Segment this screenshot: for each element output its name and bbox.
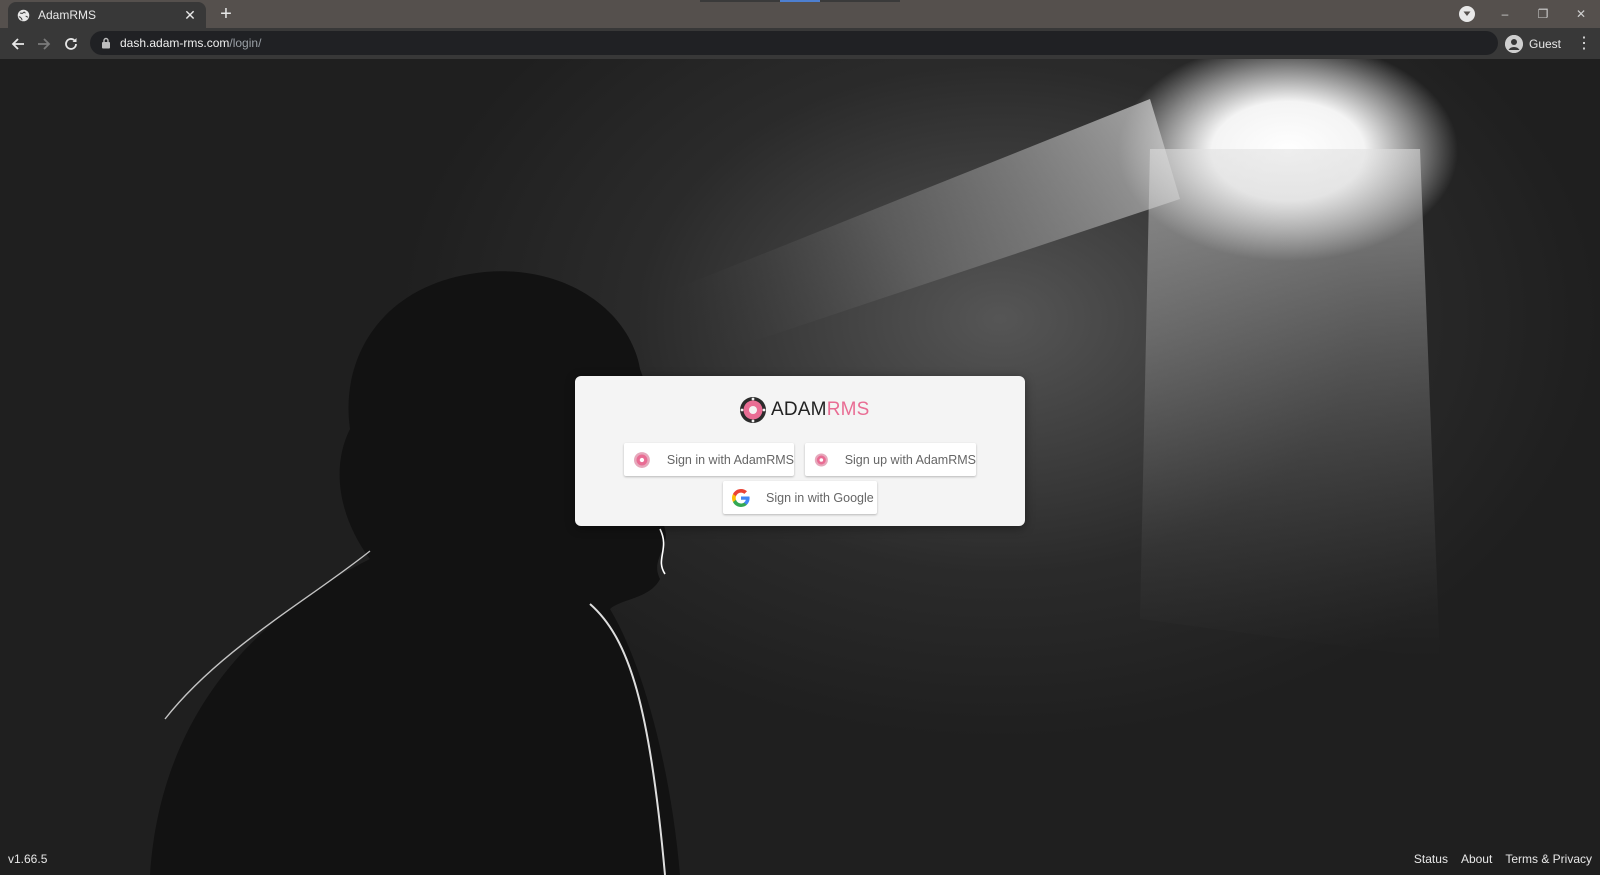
- browser-tab-active[interactable]: AdamRMS ✕: [8, 2, 206, 28]
- globe-icon: [16, 8, 30, 22]
- reload-icon: [65, 38, 77, 50]
- footer-link-status[interactable]: Status: [1414, 852, 1448, 866]
- new-tab-button[interactable]: +: [215, 4, 237, 26]
- profile-button[interactable]: Guest: [1505, 32, 1561, 56]
- url-text: dash.adam-rms.com/login/: [120, 36, 261, 50]
- person-icon: [1505, 35, 1523, 53]
- adamrms-logo: ADAMRMS: [739, 396, 870, 424]
- url-host: dash.adam-rms.com: [120, 36, 230, 50]
- reload-button[interactable]: [59, 32, 83, 56]
- login-card: ADAMRMS Sign in with AdamRMS Sign up wit…: [575, 376, 1025, 526]
- browser-toolbar: dash.adam-rms.com/login/ Guest ⋮: [0, 28, 1600, 59]
- browser-tab-bar: AdamRMS ✕ + – ❐ ✕: [0, 0, 1600, 28]
- logo-text: ADAMRMS: [771, 399, 870, 421]
- window-close-button[interactable]: ✕: [1566, 4, 1596, 24]
- adamrms-logo-icon: [633, 451, 650, 468]
- adamrms-logo-icon: [814, 452, 828, 467]
- tab-close-button[interactable]: ✕: [182, 7, 198, 23]
- signup-adamrms-label: Sign up with AdamRMS: [844, 452, 976, 467]
- adamrms-logo-icon: [740, 397, 766, 423]
- google-g-icon: [732, 488, 750, 507]
- back-button[interactable]: [6, 32, 30, 56]
- footer-link-terms[interactable]: Terms & Privacy: [1505, 852, 1592, 866]
- minimize-button[interactable]: –: [1490, 4, 1520, 24]
- kebab-menu-icon[interactable]: ⋮: [1574, 32, 1594, 56]
- footer-links: Status About Terms & Privacy: [1401, 852, 1592, 866]
- profile-label: Guest: [1529, 37, 1562, 51]
- top-accent-blue: [780, 0, 820, 2]
- lock-icon: [100, 37, 112, 49]
- signin-google-label: Sign in with Google: [766, 490, 874, 505]
- url-path: /login/: [229, 36, 262, 50]
- restore-button[interactable]: ❐: [1528, 4, 1558, 24]
- signin-adamrms-button[interactable]: Sign in with AdamRMS: [624, 443, 794, 476]
- arrow-right-icon: [38, 38, 51, 50]
- chevron-down-icon: [1463, 11, 1471, 16]
- login-page: ADAMRMS Sign in with AdamRMS Sign up wit…: [0, 59, 1600, 875]
- version-label: v1.66.5: [8, 852, 48, 866]
- tab-title: AdamRMS: [38, 8, 97, 22]
- signin-adamrms-label: Sign in with AdamRMS: [666, 452, 794, 467]
- signup-adamrms-button[interactable]: Sign up with AdamRMS: [805, 443, 976, 476]
- signin-google-button[interactable]: Sign in with Google: [723, 481, 877, 514]
- tab-search-button[interactable]: [1459, 6, 1475, 22]
- logo-text-adam: ADAM: [771, 399, 827, 420]
- forward-button[interactable]: [32, 32, 56, 56]
- arrow-left-icon: [11, 38, 24, 50]
- address-bar[interactable]: dash.adam-rms.com/login/: [90, 31, 1498, 55]
- footer-link-about[interactable]: About: [1461, 852, 1492, 866]
- logo-text-rms: RMS: [826, 399, 870, 420]
